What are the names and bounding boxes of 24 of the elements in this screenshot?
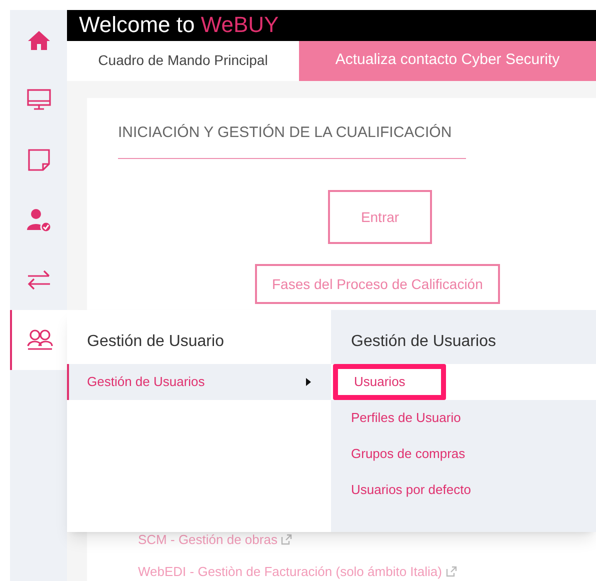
tab[interactable]: Actualiza contacto Cyber Security xyxy=(299,40,596,80)
caret-right-icon xyxy=(306,378,311,386)
home-icon xyxy=(26,29,50,51)
note-icon xyxy=(26,148,50,172)
sidebar-item[interactable] xyxy=(10,310,67,370)
submenu-item[interactable]: Grupos de compras xyxy=(331,436,466,472)
submenu-item[interactable]: Usuarios por defecto xyxy=(331,472,471,508)
user-check-icon xyxy=(26,208,52,232)
external-link-icon xyxy=(446,566,457,577)
external-link[interactable]: SCM - Gestión de obras xyxy=(138,530,596,550)
menu-item[interactable]: Gestión de Usuarios xyxy=(67,364,331,400)
welcome-title: Welcome to WeBUY xyxy=(79,14,279,36)
phases-button[interactable]: Fases del Proceso de Calificación xyxy=(255,264,500,304)
submenu-item[interactable]: Perfiles de Usuario xyxy=(331,400,461,436)
submenu-item[interactable]: Usuarios xyxy=(333,364,446,400)
monitor-icon xyxy=(26,88,52,112)
enter-button[interactable]: Entrar xyxy=(328,190,432,244)
users-icon xyxy=(26,329,52,351)
swap-arrows-icon xyxy=(26,269,52,291)
external-link-icon xyxy=(281,534,292,546)
card-title: INICIACIÓN Y GESTIÓN DE LA CUALIFICACIÓN xyxy=(118,122,453,142)
menu-title: Gestión de Usuario xyxy=(86,332,225,352)
external-link[interactable]: WebEDI - Gestiòn de Facturación (solo ámbito Italia) xyxy=(138,562,596,581)
submenu-title: Gestión de Usuarios xyxy=(350,332,497,352)
